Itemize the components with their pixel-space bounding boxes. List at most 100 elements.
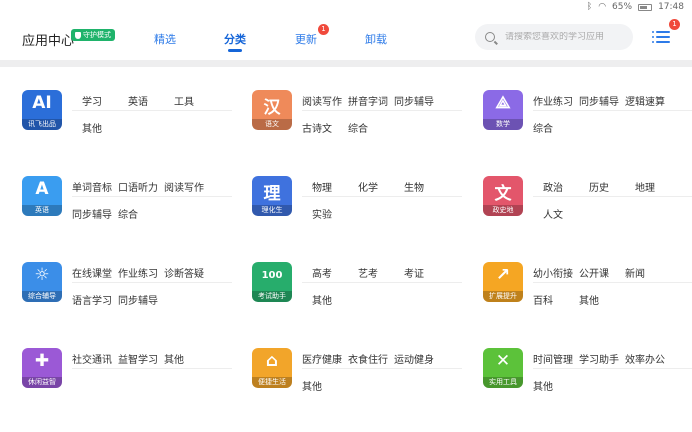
tag-row-divider (302, 110, 462, 111)
category-tag[interactable]: 高考 (312, 265, 332, 280)
category-tag[interactable]: 政治 (543, 179, 563, 194)
category-card: A 英语 单词音标 口语听力 阅读写作同步辅导 综合 (22, 176, 252, 236)
updates-count-badge: 1 (318, 24, 329, 35)
category-glyph-icon: 100 (261, 270, 283, 281)
tag-row-divider (302, 368, 462, 369)
menu-list-icon[interactable] (652, 29, 670, 45)
category-glyph-icon: 文 (494, 184, 512, 204)
category-tag[interactable]: 化学 (358, 179, 378, 194)
category-tag[interactable]: 英语 (128, 93, 148, 108)
category-glyph-icon: AI (32, 93, 52, 113)
category-glyph-icon: ✚ (34, 351, 50, 371)
search-input[interactable] (505, 32, 630, 42)
category-tag[interactable]: 逻辑速算 (625, 93, 665, 108)
category-icon[interactable]: ☼ 综合辅导 (22, 262, 62, 302)
category-tag[interactable]: 综合 (118, 206, 138, 221)
category-tag[interactable]: 同步辅导 (394, 93, 434, 108)
category-name: 休闲益智 (22, 377, 62, 388)
category-tag[interactable]: 其他 (579, 292, 599, 307)
category-tag[interactable]: 作业练习 (118, 265, 158, 280)
category-tag[interactable]: 其他 (302, 378, 322, 393)
category-tag[interactable]: 衣食住行 (348, 351, 388, 366)
category-tag[interactable]: 阅读写作 (302, 93, 342, 108)
category-glyph-icon: ⟁ (495, 93, 511, 113)
category-name: 便捷生活 (252, 377, 292, 388)
bluetooth-icon: ᛒ (586, 2, 593, 12)
category-tag[interactable]: 地理 (635, 179, 655, 194)
category-icon[interactable]: ⟁ 数学 (483, 90, 523, 130)
category-name: 英语 (22, 205, 62, 216)
category-icon[interactable]: 理理化生 (252, 176, 292, 216)
header: 应用中心 守护模式 精选 分类 更新 1 卸载 1 (0, 16, 692, 60)
search-box[interactable] (475, 24, 633, 50)
category-name: 扩展提升 (483, 291, 523, 302)
category-tag[interactable]: 历史 (589, 179, 609, 194)
category-tag[interactable]: 实验 (312, 206, 332, 221)
category-card: ✚ 休闲益智 社交通讯 益智学习 其他 (22, 348, 252, 408)
category-icon[interactable]: 100 考试助手 (252, 262, 292, 302)
tab-updates[interactable]: 更新 (295, 31, 317, 47)
category-tag[interactable]: 其他 (312, 292, 332, 307)
category-icon[interactable]: 汉语文 (252, 90, 292, 130)
category-icon[interactable]: ✕ 实用工具 (483, 348, 523, 388)
tag-row-divider (533, 110, 692, 111)
category-card: ↗ 扩展提升 幼小衔接 公开课 新闻百科 其他 (483, 262, 692, 322)
category-tag[interactable]: 作业练习 (533, 93, 573, 108)
shield-icon (75, 31, 81, 39)
category-tag[interactable]: 单词音标 (72, 179, 112, 194)
category-tag[interactable]: 运动健身 (394, 351, 434, 366)
status-bar: ᛒ ◠ 65% 17:48 (0, 0, 692, 16)
category-tag[interactable]: 在线课堂 (72, 265, 112, 280)
category-tag[interactable]: 诊断答疑 (164, 265, 204, 280)
category-tag[interactable]: 综合 (348, 120, 368, 135)
category-tag[interactable]: 人文 (543, 206, 563, 221)
category-tag[interactable]: 学习助手 (579, 351, 619, 366)
category-icon[interactable]: ⌂ 便捷生活 (252, 348, 292, 388)
tab-categories[interactable]: 分类 (224, 31, 246, 47)
category-tag[interactable]: 工具 (174, 93, 194, 108)
tab-uninstall[interactable]: 卸载 (365, 31, 387, 47)
category-icon[interactable]: ↗ 扩展提升 (483, 262, 523, 302)
category-tag[interactable]: 同步辅导 (72, 206, 112, 221)
tag-row-divider (72, 196, 232, 197)
guard-mode-badge[interactable]: 守护模式 (71, 29, 115, 41)
category-tag[interactable]: 效率办公 (625, 351, 665, 366)
menu-badge: 1 (669, 19, 680, 30)
category-tag[interactable]: 社交通讯 (72, 351, 112, 366)
category-glyph-icon: 理 (263, 184, 281, 204)
category-tag[interactable]: 新闻 (625, 265, 645, 280)
category-tag[interactable]: 公开课 (579, 265, 609, 280)
category-tag[interactable]: 其他 (533, 378, 553, 393)
wifi-icon: ◠ (598, 2, 607, 12)
search-icon (485, 32, 495, 42)
category-icon[interactable]: A 英语 (22, 176, 62, 216)
category-glyph-icon: ☼ (34, 265, 50, 285)
category-tag[interactable]: 生物 (404, 179, 424, 194)
category-icon[interactable]: AI 讯飞出品 (22, 90, 62, 130)
category-tag[interactable]: 考证 (404, 265, 424, 280)
category-tag[interactable]: 同步辅导 (118, 292, 158, 307)
category-tag[interactable]: 幼小衔接 (533, 265, 573, 280)
category-glyph-icon: ⌂ (265, 351, 279, 371)
category-tag[interactable]: 时间管理 (533, 351, 573, 366)
category-tag[interactable]: 物理 (312, 179, 332, 194)
category-tag[interactable]: 阅读写作 (164, 179, 204, 194)
category-tag[interactable]: 同步辅导 (579, 93, 619, 108)
category-tag[interactable]: 综合 (533, 120, 553, 135)
category-tag[interactable]: 口语听力 (118, 179, 158, 194)
tab-featured[interactable]: 精选 (154, 31, 176, 47)
category-icon[interactable]: ✚ 休闲益智 (22, 348, 62, 388)
category-tag[interactable]: 百科 (533, 292, 553, 307)
category-icon[interactable]: 文政史地 (483, 176, 523, 216)
header-divider (0, 60, 692, 67)
category-tag[interactable]: 拼音字词 (348, 93, 388, 108)
category-tag[interactable]: 医疗健康 (302, 351, 342, 366)
category-tag[interactable]: 学习 (82, 93, 102, 108)
category-tag[interactable]: 艺考 (358, 265, 378, 280)
category-tag[interactable]: 其他 (164, 351, 184, 366)
category-name: 数学 (483, 119, 523, 130)
category-tag[interactable]: 古诗文 (302, 120, 332, 135)
category-tag[interactable]: 语言学习 (72, 292, 112, 307)
category-tag[interactable]: 益智学习 (118, 351, 158, 366)
category-tag[interactable]: 其他 (82, 120, 102, 135)
